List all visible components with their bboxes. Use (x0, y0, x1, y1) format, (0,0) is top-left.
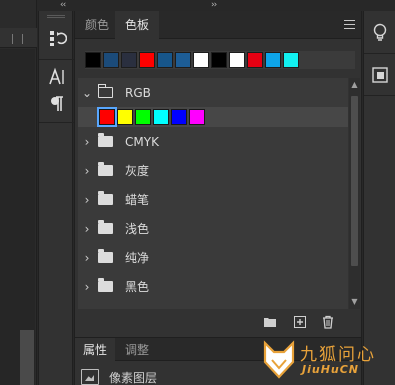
group-pastel[interactable]: › 蜡笔 (78, 185, 348, 214)
recent-swatch[interactable] (121, 52, 137, 68)
trash-icon[interactable] (321, 315, 335, 329)
folder-icon (98, 220, 113, 234)
group-dark[interactable]: › 黑色 (78, 272, 348, 301)
panel-icons-column (38, 11, 74, 385)
folder-icon (98, 191, 113, 205)
chevron-down-icon[interactable]: ⌄ (78, 86, 96, 100)
panel-menu-icon[interactable] (344, 20, 355, 29)
horizontal-ruler (0, 28, 37, 48)
watermark-subtitle: JiuHuCN (302, 363, 360, 376)
swatch-groups-list: ⌄ RGB › CMYK › 灰度 › 蜡笔 › 浅色 › 纯净 › 黑色 (78, 78, 348, 309)
pixel-layer-icon (81, 369, 99, 385)
character-icon[interactable] (39, 64, 74, 90)
grip-handle[interactable] (47, 15, 65, 18)
tab-properties[interactable]: 属性 (75, 338, 116, 362)
scroll-thumb[interactable] (351, 96, 358, 266)
folder-open-icon (98, 84, 113, 98)
scroll-up-icon[interactable]: ▲ (349, 80, 360, 89)
recent-swatch[interactable] (175, 52, 191, 68)
group-label: 灰度 (125, 164, 150, 178)
recent-swatch[interactable] (193, 52, 209, 68)
new-group-folder-icon[interactable] (263, 315, 277, 329)
folder-icon (98, 278, 113, 292)
recent-swatch[interactable] (211, 52, 227, 68)
lightbulb-icon[interactable] (364, 17, 395, 49)
layer-type-label: 像素图层 (109, 370, 158, 385)
group-pure[interactable]: › 纯净 (78, 243, 348, 272)
tab-adjustments[interactable]: 调整 (117, 338, 157, 362)
group-cmyk[interactable]: › CMYK (78, 127, 348, 156)
group-rgb[interactable]: ⌄ RGB (78, 78, 348, 107)
rgb-swatch[interactable] (135, 109, 151, 125)
group-label: 黑色 (125, 280, 150, 294)
recent-swatch[interactable] (247, 52, 263, 68)
group-light[interactable]: › 浅色 (78, 214, 348, 243)
chevron-right-icon[interactable]: › (78, 135, 96, 149)
canvas-scrollbar[interactable] (20, 330, 34, 385)
recent-swatches (85, 51, 355, 69)
new-swatch-icon[interactable] (293, 315, 307, 329)
list-scrollbar[interactable]: ▲ ▼ (349, 78, 360, 309)
recent-swatch[interactable] (85, 52, 101, 68)
collapse-arrows-icon[interactable]: ‹‹ (60, 0, 66, 10)
watermark-title: 九狐问心 (300, 345, 376, 365)
libraries-icon[interactable] (364, 59, 395, 91)
chevron-right-icon[interactable]: › (78, 222, 96, 236)
recent-swatch[interactable] (139, 52, 155, 68)
scroll-down-icon[interactable]: ▼ (349, 297, 360, 306)
panel-footer-tools (75, 310, 361, 334)
folder-icon (98, 162, 113, 176)
folder-icon (98, 133, 113, 147)
rgb-swatch[interactable] (97, 107, 117, 127)
chevron-right-icon[interactable]: › (78, 251, 96, 265)
recent-swatch[interactable] (103, 52, 119, 68)
properties-layer-type: 像素图层 (81, 367, 157, 385)
history-icon[interactable] (39, 25, 74, 51)
rgb-swatch-row (78, 107, 348, 127)
chevron-right-icon[interactable]: › (78, 280, 96, 294)
group-grayscale[interactable]: › 灰度 (78, 156, 348, 185)
group-label: CMYK (125, 134, 159, 149)
chevron-right-icon[interactable]: › (78, 193, 96, 207)
rgb-swatch[interactable] (117, 109, 133, 125)
right-icons-column (363, 11, 395, 385)
tab-swatches[interactable]: 色板 (115, 11, 160, 40)
watermark-logo: 九狐问心 JiuHuCN (258, 338, 392, 383)
document-canvas-area[interactable] (0, 0, 37, 385)
rgb-swatch[interactable] (171, 109, 187, 125)
swatches-panel: 颜色 色板 ⌄ RGB › CMYK › 灰度 › 蜡笔 › 浅色 › 纯净 ›… (74, 11, 362, 385)
recent-swatch[interactable] (283, 52, 299, 68)
group-label: 蜡笔 (125, 193, 150, 207)
tab-color[interactable]: 颜色 (75, 11, 119, 39)
rgb-swatch[interactable] (153, 109, 169, 125)
group-label: 浅色 (125, 222, 150, 236)
panel-tabbar: 颜色 色板 (75, 11, 361, 40)
group-label: RGB (125, 85, 151, 100)
rgb-swatch[interactable] (189, 109, 205, 125)
group-label: 纯净 (125, 251, 150, 265)
recent-swatch[interactable] (157, 52, 173, 68)
chevron-right-icon[interactable]: › (78, 164, 96, 178)
fox-logo-icon (263, 340, 295, 379)
paragraph-icon[interactable] (39, 91, 74, 117)
expand-arrows-icon[interactable]: ›› (211, 0, 217, 10)
recent-swatch[interactable] (229, 52, 245, 68)
folder-icon (98, 249, 113, 263)
recent-swatch[interactable] (265, 52, 281, 68)
